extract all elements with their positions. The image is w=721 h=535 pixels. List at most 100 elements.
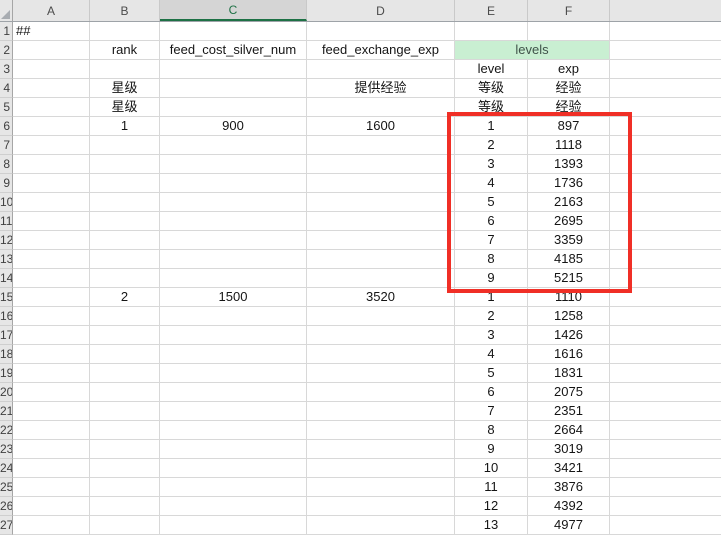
row-number-3[interactable]: 3: [0, 60, 13, 79]
cell-F26[interactable]: 4392: [528, 497, 610, 516]
cell-filler-19[interactable]: [610, 364, 721, 383]
cell-F13[interactable]: 4185: [528, 250, 610, 269]
row-number-16[interactable]: 16: [0, 307, 13, 326]
row-number-12[interactable]: 12: [0, 231, 13, 250]
cell-filler-6[interactable]: [610, 117, 721, 136]
cell-C21[interactable]: [160, 402, 307, 421]
cell-E26[interactable]: 12: [455, 497, 528, 516]
cell-filler-15[interactable]: [610, 288, 721, 307]
cell-F22[interactable]: 2664: [528, 421, 610, 440]
cell-filler-22[interactable]: [610, 421, 721, 440]
cell-filler-3[interactable]: [610, 60, 721, 79]
cell-D26[interactable]: [307, 497, 455, 516]
row-number-6[interactable]: 6: [0, 117, 13, 136]
cell-E6[interactable]: 1: [455, 117, 528, 136]
cell-A8[interactable]: [13, 155, 90, 174]
cell-B3[interactable]: [90, 60, 160, 79]
cell-A6[interactable]: [13, 117, 90, 136]
cell-D18[interactable]: [307, 345, 455, 364]
cell-C25[interactable]: [160, 478, 307, 497]
cell-B26[interactable]: [90, 497, 160, 516]
cell-A13[interactable]: [13, 250, 90, 269]
cell-B4[interactable]: 星级: [90, 79, 160, 98]
cell-filler-1[interactable]: [610, 22, 721, 41]
cell-filler-5[interactable]: [610, 98, 721, 117]
cell-A25[interactable]: [13, 478, 90, 497]
row-number-18[interactable]: 18: [0, 345, 13, 364]
cell-B2[interactable]: rank: [90, 41, 160, 60]
cell-filler-4[interactable]: [610, 79, 721, 98]
cell-F18[interactable]: 1616: [528, 345, 610, 364]
cell-B9[interactable]: [90, 174, 160, 193]
cell-D14[interactable]: [307, 269, 455, 288]
column-header-B[interactable]: B: [90, 0, 160, 21]
cell-E19[interactable]: 5: [455, 364, 528, 383]
cell-D2[interactable]: feed_exchange_exp: [307, 41, 455, 60]
cell-filler-12[interactable]: [610, 231, 721, 250]
column-header-E[interactable]: E: [455, 0, 528, 21]
row-number-17[interactable]: 17: [0, 326, 13, 345]
row-number-13[interactable]: 13: [0, 250, 13, 269]
cell-filler-24[interactable]: [610, 459, 721, 478]
cell-A16[interactable]: [13, 307, 90, 326]
row-number-10[interactable]: 10: [0, 193, 13, 212]
cell-A4[interactable]: [13, 79, 90, 98]
cell-D21[interactable]: [307, 402, 455, 421]
cell-B10[interactable]: [90, 193, 160, 212]
cell-C10[interactable]: [160, 193, 307, 212]
cell-A12[interactable]: [13, 231, 90, 250]
cell-D3[interactable]: [307, 60, 455, 79]
row-number-24[interactable]: 24: [0, 459, 13, 478]
cell-D20[interactable]: [307, 383, 455, 402]
cell-E20[interactable]: 6: [455, 383, 528, 402]
cell-D22[interactable]: [307, 421, 455, 440]
cell-E16[interactable]: 2: [455, 307, 528, 326]
cell-B13[interactable]: [90, 250, 160, 269]
cell-B19[interactable]: [90, 364, 160, 383]
cell-A24[interactable]: [13, 459, 90, 478]
cell-filler-26[interactable]: [610, 497, 721, 516]
cell-filler-7[interactable]: [610, 136, 721, 155]
cell-F14[interactable]: 5215: [528, 269, 610, 288]
cell-D11[interactable]: [307, 212, 455, 231]
cell-B23[interactable]: [90, 440, 160, 459]
cell-A18[interactable]: [13, 345, 90, 364]
cell-F7[interactable]: 1118: [528, 136, 610, 155]
cell-filler-13[interactable]: [610, 250, 721, 269]
cell-B20[interactable]: [90, 383, 160, 402]
column-header-blank[interactable]: [610, 0, 721, 21]
cell-F6[interactable]: 897: [528, 117, 610, 136]
cell-C27[interactable]: [160, 516, 307, 535]
cell-B5[interactable]: 星级: [90, 98, 160, 117]
cell-E9[interactable]: 4: [455, 174, 528, 193]
cell-E18[interactable]: 4: [455, 345, 528, 364]
cell-C16[interactable]: [160, 307, 307, 326]
cell-C18[interactable]: [160, 345, 307, 364]
cell-B17[interactable]: [90, 326, 160, 345]
row-number-22[interactable]: 22: [0, 421, 13, 440]
cell-E8[interactable]: 3: [455, 155, 528, 174]
cell-D24[interactable]: [307, 459, 455, 478]
row-number-1[interactable]: 1: [0, 22, 13, 41]
cell-A17[interactable]: [13, 326, 90, 345]
cell-B16[interactable]: [90, 307, 160, 326]
cell-filler-17[interactable]: [610, 326, 721, 345]
column-header-F[interactable]: F: [528, 0, 610, 21]
row-number-8[interactable]: 8: [0, 155, 13, 174]
cell-filler-10[interactable]: [610, 193, 721, 212]
cell-A26[interactable]: [13, 497, 90, 516]
cell-B6[interactable]: 1: [90, 117, 160, 136]
cell-D16[interactable]: [307, 307, 455, 326]
cell-A1[interactable]: ##: [13, 22, 90, 41]
cell-F21[interactable]: 2351: [528, 402, 610, 421]
cell-B7[interactable]: [90, 136, 160, 155]
cell-A11[interactable]: [13, 212, 90, 231]
row-number-23[interactable]: 23: [0, 440, 13, 459]
cell-E15[interactable]: 1: [455, 288, 528, 307]
row-number-25[interactable]: 25: [0, 478, 13, 497]
cell-D7[interactable]: [307, 136, 455, 155]
cell-F4[interactable]: 经验: [528, 79, 610, 98]
cell-F17[interactable]: 1426: [528, 326, 610, 345]
cell-C19[interactable]: [160, 364, 307, 383]
cell-filler-11[interactable]: [610, 212, 721, 231]
